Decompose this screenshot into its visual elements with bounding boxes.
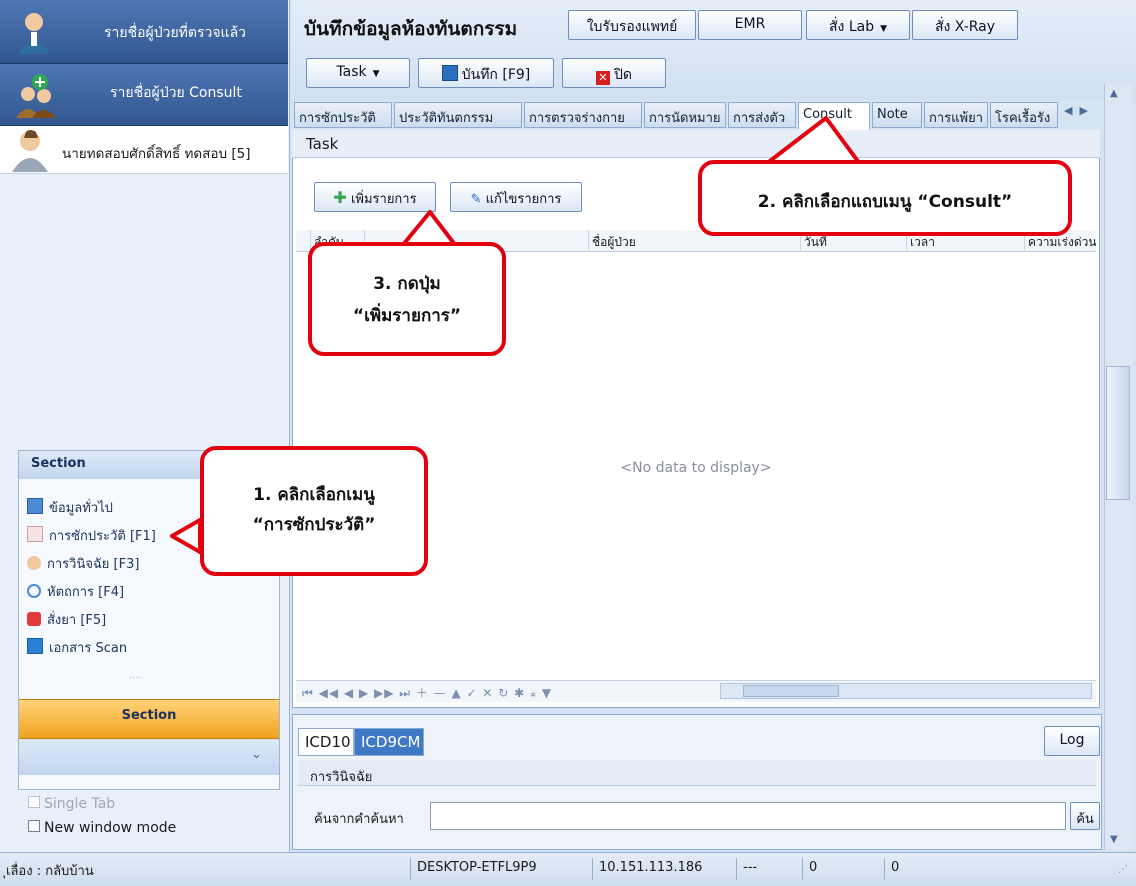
callout-3-pointer [400,210,458,248]
callout-1-line1: 1. คลิกเลือกเมนู [253,485,375,505]
callout-pointers [170,116,862,554]
callout-step-2: 2. คลิกเลือกแถบเมนู “Consult” [698,160,1072,236]
callout-3-line2: “เพิ่มรายการ” [352,306,462,326]
callout-2-pointer [764,116,862,166]
callout-3-line1: 3. กดปุ่ม [373,274,441,294]
callout-step-1: 1. คลิกเลือกเมนู “การซักประวัติ” [200,446,428,576]
callout-1-line2: “การซักประวัติ” [252,515,376,535]
callout-step-3: 3. กดปุ่ม “เพิ่มรายการ” [308,242,506,356]
callout-1-pointer [170,518,202,554]
